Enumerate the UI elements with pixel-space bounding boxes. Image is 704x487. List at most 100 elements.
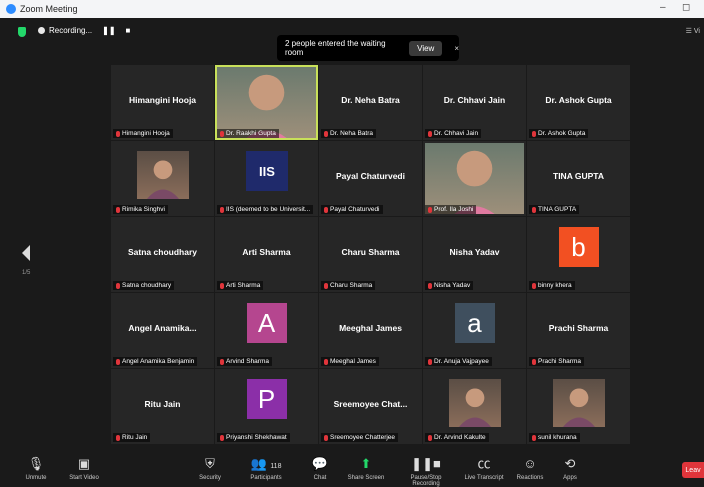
participant-name-label: Dr. Neha Batra [321,129,376,138]
participant-tile[interactable]: Angel Anamika... Angel Anamika Benjamin [111,293,214,368]
participant-name-text: Payal Chaturvedi [330,206,380,213]
participant-display-name: Sreemoyee Chat... [333,399,408,409]
participant-name-label: Arti Sharma [217,281,264,290]
participant-name-label: Rimika Singhvi [113,205,168,214]
participant-display-name: Payal Chaturvedi [336,171,405,181]
participant-tile[interactable]: Dr. Arvind Kakulte [423,369,526,444]
participant-tile[interactable]: a Dr. Anuja Vajpayee [423,293,526,368]
participant-tile[interactable]: Payal Chaturvedi Payal Chaturvedi [319,141,422,216]
recording-label: Recording... [49,26,93,35]
participant-tile[interactable]: Satna choudhary Satna choudhary [111,217,214,292]
participant-avatar: b [558,227,599,267]
participant-name-text: Rimika Singhvi [122,206,165,213]
participant-name-label: Satna choudhary [113,281,175,290]
participant-tile[interactable]: Dr. Neha Batra Dr. Neha Batra [319,65,422,140]
participant-tile[interactable]: Charu Sharma Charu Sharma [319,217,422,292]
participant-name-label: binny khera [529,281,575,290]
muted-mic-icon [324,358,328,365]
muted-mic-icon [532,434,536,441]
participant-name-text: Himangini Hooja [122,130,170,137]
muted-mic-icon [220,358,224,365]
participant-name-label: Himangini Hooja [113,129,173,138]
participant-name-text: Dr. Raakhi Gupta [226,130,276,137]
security-shield-icon[interactable] [18,27,26,37]
muted-mic-icon [116,130,120,137]
participant-tile[interactable]: A Arvind Sharma [215,293,318,368]
window-title-bar: Zoom Meeting – ◻ [0,0,704,18]
participant-name-label: Nisha Yadav [425,281,474,290]
participant-tile[interactable]: Dr. Raakhi Gupta [215,65,318,140]
participant-tile[interactable]: Dr. Chhavi Jain Dr. Chhavi Jain [423,65,526,140]
participant-name-text: sunil khurana [538,434,577,441]
participant-tile[interactable]: Nisha Yadav Nisha Yadav [423,217,526,292]
participant-name-label: Prof. Ila Joshi [425,205,477,214]
close-toast-icon[interactable]: × [454,44,459,53]
recording-dot-icon [38,27,45,34]
participant-display-name: TINA GUPTA [553,171,604,181]
muted-mic-icon [220,282,224,289]
participant-name-label: Prachi Sharma [529,357,584,366]
participant-tile[interactable]: Meeghal James Meeghal James [319,293,422,368]
stop-recording-icon[interactable]: ■ [126,26,131,35]
share-screen-button[interactable]: ⬆ Share Screen [336,456,396,481]
participant-display-name: Himangini Hooja [128,95,197,105]
participant-tile[interactable]: Rimika Singhvi [111,141,214,216]
participant-name-text: Dr. Arvind Kakulte [434,434,486,441]
participant-video-feed [425,143,524,216]
participant-video-feed [217,67,316,140]
leave-button[interactable]: Leav [682,462,704,478]
muted-mic-icon [116,206,120,213]
participant-display-name: Ritu Jain [144,399,181,409]
participant-name-text: Nisha Yadav [434,282,471,289]
participant-name-text: binny khera [538,282,572,289]
participant-name-label: Angel Anamika Benjamin [113,357,198,366]
previous-page-arrow-icon[interactable] [22,245,30,261]
participants-button[interactable]: 👥 118 Participants [236,456,296,481]
pause-recording-icon[interactable]: ❚❚ [102,26,115,35]
participant-name-label: Payal Chaturvedi [321,205,383,214]
muted-mic-icon [324,206,328,213]
participant-tile[interactable]: Prachi Sharma Prachi Sharma [527,293,630,368]
participant-tile[interactable]: IIS IIS (deemed to be Universit... [215,141,318,216]
maximize-icon[interactable]: ◻ [682,2,690,13]
participant-name-text: Prof. Ila Joshi [434,206,474,213]
participant-display-name: Satna choudhary [128,247,197,257]
waiting-room-view-button[interactable]: View [409,40,443,56]
participant-tile[interactable]: Arti Sharma Arti Sharma [215,217,318,292]
muted-mic-icon [532,282,536,289]
participant-tile[interactable]: Ritu Jain Ritu Jain [111,369,214,444]
participants-icon: 👥 118 [250,456,282,471]
participant-display-name: Dr. Chhavi Jain [443,95,506,105]
video-off-icon: ▣ [77,456,91,471]
muted-mic-icon [428,358,432,365]
participant-avatar: P [246,379,287,419]
participant-tile[interactable]: Himangini Hooja Himangini Hooja [111,65,214,140]
security-button[interactable]: ⛨ Security [180,456,240,481]
participant-tile[interactable]: Prof. Ila Joshi [423,141,526,216]
participant-display-name: Angel Anamika... [128,323,197,333]
participant-display-name: Arti Sharma [242,247,291,257]
participant-display-name: Meeghal James [339,323,402,333]
participant-photo [553,379,605,429]
start-video-button[interactable]: ▣ Start Video [54,456,114,481]
minimize-icon[interactable]: – [660,2,666,13]
participant-tile[interactable]: P Priyanshi Shekhawat [215,369,318,444]
participant-tile[interactable]: b binny khera [527,217,630,292]
muted-mic-icon [532,358,536,365]
participant-name-label: Sreemoyee Chatterjee [321,433,399,442]
share-screen-icon: ⬆ [360,456,372,471]
zoom-app-icon [6,4,16,14]
participant-tile[interactable]: Sreemoyee Chat... Sreemoyee Chatterjee [319,369,422,444]
participant-name-label: TINA GUPTA [529,205,580,214]
participant-name-text: Dr. Ashok Gupta [538,130,586,137]
pause-stop-recording-button[interactable]: ❚❚■ Pause/Stop Recording [396,456,456,487]
apps-button[interactable]: ⟲ Apps [540,456,600,481]
participant-tile[interactable]: TINA GUPTA TINA GUPTA [527,141,630,216]
participant-display-name: Prachi Sharma [548,323,609,333]
participant-name-label: Arvind Sharma [217,357,272,366]
participant-tile[interactable]: Dr. Ashok Gupta Dr. Ashok Gupta [527,65,630,140]
participant-name-text: Dr. Chhavi Jain [434,130,479,137]
participant-tile[interactable]: sunil khurana [527,369,630,444]
muted-mic-icon [428,130,432,137]
view-layout-button[interactable]: ☰ Vi [686,27,700,35]
